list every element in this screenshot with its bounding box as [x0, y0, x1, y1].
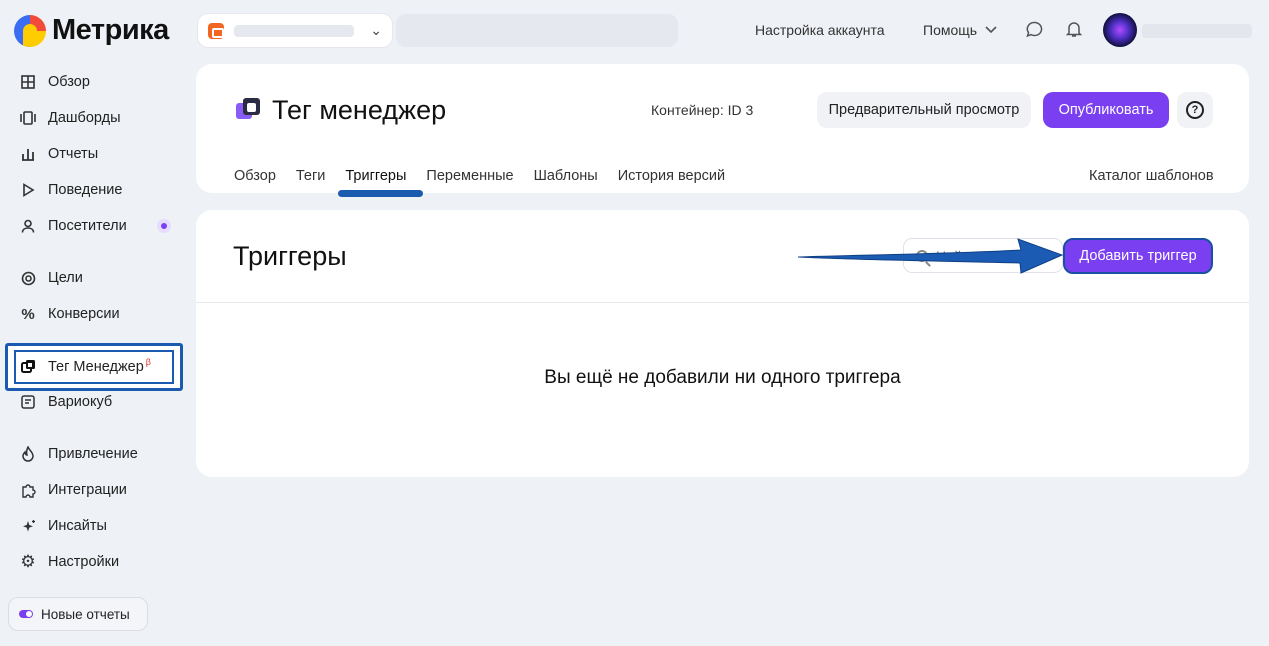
sidebar-item-dashboards[interactable]: Дашборды [20, 107, 121, 129]
sidebar-item-label: Обзор [48, 74, 90, 90]
help-label: Помощь [923, 22, 978, 38]
variocube-icon [20, 394, 36, 410]
bar-chart-icon [20, 146, 36, 162]
sidebar-item-variocube[interactable]: Вариокуб [20, 391, 112, 413]
sidebar-item-label: Настройки [48, 554, 120, 570]
target-icon [20, 270, 36, 286]
percent-icon: % [21, 305, 35, 323]
sidebar-item-settings[interactable]: ⚙ Настройки [20, 551, 119, 573]
sidebar-item-overview[interactable]: Обзор [20, 71, 90, 93]
tag-manager-logo-icon [236, 98, 262, 124]
beta-badge: β [145, 357, 151, 368]
bell-icon[interactable] [1064, 19, 1084, 39]
tag-manager-icon [20, 358, 36, 374]
blogger-favicon-icon [208, 22, 224, 39]
sidebar-item-tag-manager[interactable]: Тег Менеджер β [20, 355, 151, 377]
counter-name-redacted [234, 24, 354, 37]
metrika-logo[interactable]: Метрика [14, 14, 169, 47]
sidebar-item-label: Поведение [48, 182, 123, 198]
user-icon [20, 218, 36, 234]
chat-bubble-icon[interactable] [1024, 19, 1044, 39]
puzzle-icon [20, 482, 36, 498]
grid-icon [20, 74, 36, 90]
tab-overview[interactable]: Обзор [234, 168, 276, 184]
question-icon: ? [1186, 101, 1204, 119]
account-settings-link[interactable]: Настройка аккаунта [755, 22, 885, 38]
sidebar-item-reports[interactable]: Отчеты [20, 143, 98, 165]
tag-manager-header-card: Тег менеджер Контейнер: ID 3 Предварител… [196, 64, 1249, 197]
gear-icon: ⚙ [20, 552, 36, 571]
sidebar-item-visitors[interactable]: Посетители [20, 215, 127, 237]
dashboard-icon [20, 110, 36, 126]
toggle-switch-icon [19, 610, 33, 618]
user-avatar[interactable] [1103, 13, 1137, 47]
sidebar-item-conversions[interactable]: % Конверсии [20, 303, 120, 325]
annotation-arrow-icon [797, 238, 1064, 274]
sidebar-item-label: Вариокуб [48, 394, 113, 410]
sidebar-item-insights[interactable]: Инсайты [20, 515, 107, 537]
sidebar-item-label: Конверсии [48, 306, 120, 322]
tag-manager-tabs: Обзор Теги Триггеры Переменные Шаблоны И… [234, 168, 745, 184]
chevron-down-icon: ⌄ [370, 22, 382, 38]
sparkle-icon [20, 518, 36, 534]
add-trigger-button[interactable]: Добавить триггер [1063, 238, 1213, 274]
publish-button[interactable]: Опубликовать [1043, 92, 1169, 128]
section-title: Триггеры [233, 241, 347, 271]
play-icon [20, 182, 36, 198]
template-catalog-link[interactable]: Каталог шаблонов [1089, 168, 1214, 184]
empty-state-message: Вы ещё не добавили ни одного триггера [544, 367, 901, 388]
counter-description-redacted [396, 14, 678, 47]
new-reports-toggle[interactable]: Новые отчеты [8, 597, 148, 631]
active-tab-underline [338, 190, 423, 197]
user-name-redacted [1142, 24, 1252, 38]
logo-text: Метрика [52, 14, 169, 46]
chevron-down-icon [985, 26, 997, 34]
sidebar-item-label: Цели [48, 270, 83, 286]
triggers-card: Триггеры Добавить триггер Вы ещё не доба… [196, 210, 1249, 477]
page-title: Тег менеджер [272, 95, 447, 125]
tab-triggers[interactable]: Триггеры [345, 168, 406, 184]
sidebar-item-label: Инсайты [48, 518, 107, 534]
help-button[interactable]: ? [1177, 92, 1213, 128]
sidebar-item-behavior[interactable]: Поведение [20, 179, 122, 201]
sidebar-item-label: Интеграции [48, 482, 127, 498]
help-menu[interactable]: Помощь [923, 22, 997, 38]
new-reports-label: Новые отчеты [41, 606, 130, 622]
flame-icon [20, 446, 36, 462]
container-id-label: Контейнер: ID 3 [651, 102, 754, 118]
sidebar-item-label: Привлечение [48, 446, 138, 462]
preview-button[interactable]: Предварительный просмотр [817, 92, 1031, 128]
sidebar-item-acquisition[interactable]: Привлечение [20, 443, 138, 465]
sidebar-item-goals[interactable]: Цели [20, 267, 83, 289]
sidebar-item-label: Тег Менеджер β [48, 357, 151, 375]
sidebar-item-label: Отчеты [48, 146, 99, 162]
sidebar-item-integrations[interactable]: Интеграции [20, 479, 127, 501]
tab-variables[interactable]: Переменные [426, 168, 513, 184]
tab-tags[interactable]: Теги [296, 168, 326, 184]
tab-version-history[interactable]: История версий [618, 168, 725, 184]
metrika-logo-icon [14, 14, 46, 47]
new-indicator-dot [157, 219, 171, 233]
sidebar-item-label: Посетители [48, 218, 127, 234]
sidebar-item-label: Дашборды [48, 110, 121, 126]
divider [196, 302, 1249, 303]
tab-templates[interactable]: Шаблоны [534, 168, 598, 184]
counter-select[interactable]: ⌄ [198, 14, 392, 47]
